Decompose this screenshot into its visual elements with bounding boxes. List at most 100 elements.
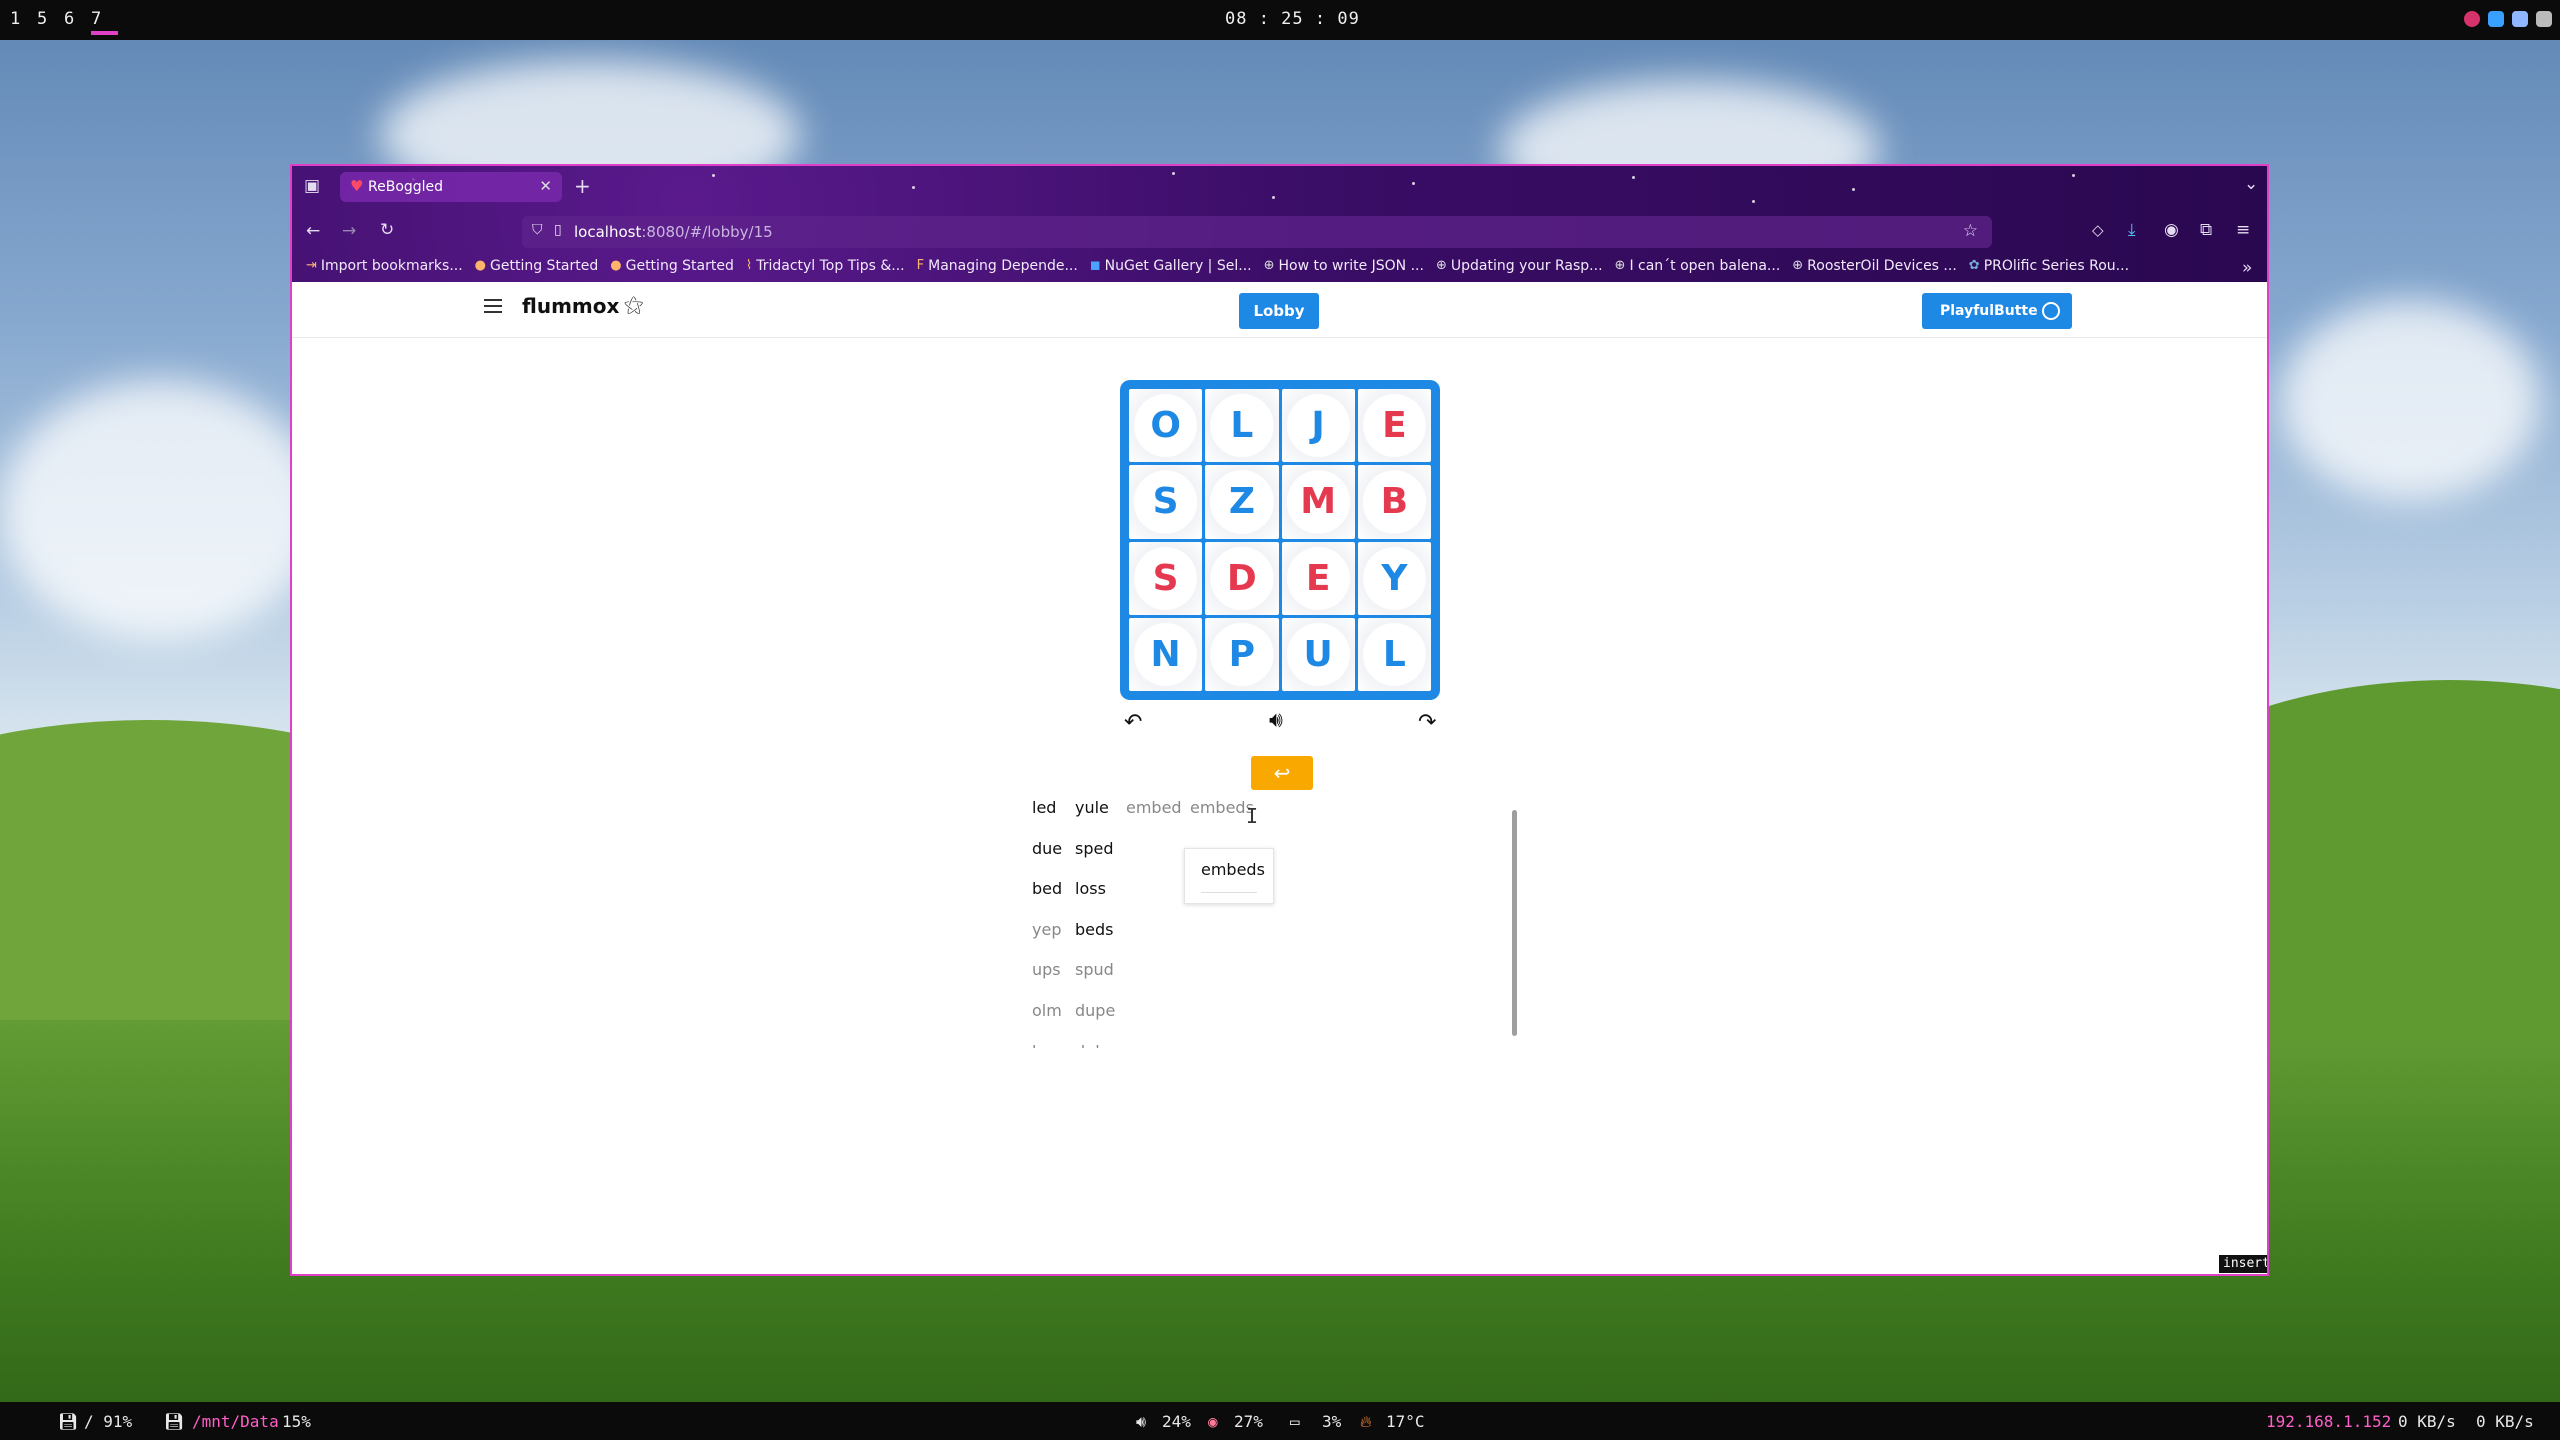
lock-tray-icon[interactable] (2512, 11, 2528, 27)
word-item[interactable]: sped (1075, 839, 1114, 858)
memory-icon: ◉ (1208, 1412, 1218, 1431)
volume-level: 24% (1162, 1412, 1191, 1431)
bookmark-item[interactable]: ⊕ How to write JSON ... (1264, 254, 1436, 282)
board-cell[interactable]: L (1205, 389, 1279, 463)
net-up: 0 KB/s (2476, 1412, 2534, 1431)
system-status-bar: 💾︎ / 91% 💾︎ /mnt/Data 15% 🔊︎ 24% ◉ 27% ▭… (0, 1402, 2560, 1440)
page-icon[interactable]: ▯ (554, 222, 562, 238)
word-item[interactable]: yule (1075, 798, 1109, 817)
board-cell[interactable]: D (1205, 541, 1279, 615)
cpu-icon: ▭ (1290, 1412, 1300, 1431)
bookmark-item[interactable]: ● Getting Started (610, 254, 746, 282)
board-cell[interactable]: U (1281, 617, 1355, 691)
letter-board: OLJESZMBSDEYNPUL (1120, 380, 1440, 700)
new-tab-icon[interactable]: + (574, 174, 591, 198)
board-cell[interactable]: Y (1357, 541, 1431, 615)
url-host: localhost (574, 223, 642, 241)
bookmarks-overflow-icon[interactable]: » (2242, 258, 2252, 278)
word-item[interactable]: due (1032, 839, 1062, 858)
hamburger-menu-icon[interactable] (484, 299, 502, 313)
word-item[interactable]: embed (1126, 798, 1182, 817)
word-item[interactable]: yep (1032, 920, 1061, 939)
word-item[interactable]: ups (1032, 960, 1061, 979)
board-cell[interactable]: B (1357, 465, 1431, 539)
data-disk-usage: 15% (282, 1412, 311, 1431)
word-item[interactable]: dupe (1075, 1001, 1115, 1020)
pinwheel-tray-icon[interactable] (2488, 11, 2504, 27)
menu-icon[interactable]: ≡ (2236, 220, 2250, 240)
user-account-button[interactable]: PlayfulButte (1922, 293, 2072, 329)
board-cell[interactable]: Z (1205, 465, 1279, 539)
bookmark-star-icon[interactable]: ☆ (1963, 221, 1978, 241)
cpu-usage: 3% (1322, 1412, 1342, 1431)
extensions-icon[interactable]: ⧉ (2200, 220, 2212, 240)
board-cell[interactable]: N (1129, 617, 1203, 691)
board-cell[interactable]: E (1281, 541, 1355, 615)
word-tooltip: embeds (1184, 848, 1274, 904)
tab-reboggled[interactable]: ♥ ReBoggled ✕ (340, 172, 562, 202)
menu-tray-icon[interactable] (2536, 11, 2552, 27)
rotate-right-icon[interactable]: ↷ (1418, 710, 1436, 735)
account-icon[interactable]: ◉ (2164, 220, 2179, 240)
workspace-6[interactable]: 6 (64, 9, 91, 35)
word-item[interactable]: loss (1075, 879, 1106, 898)
word-item[interactable]: lye (1032, 1042, 1056, 1048)
download-icon[interactable]: ⤓ (2128, 220, 2136, 240)
board-cell[interactable]: J (1281, 389, 1355, 463)
board-cell[interactable]: P (1205, 617, 1279, 691)
bookmark-item[interactable]: ⊕ I can´t open balena... (1615, 254, 1793, 282)
workspace-1[interactable]: 1 (10, 9, 37, 35)
tab-list-chevron-icon[interactable]: ⌄ (2244, 174, 2258, 194)
close-tab-icon[interactable]: ✕ (539, 177, 552, 195)
workspace-5[interactable]: 5 (37, 9, 64, 35)
nuget-icon: ◼ (1089, 258, 1101, 273)
word-item[interactable]: olm (1032, 1001, 1062, 1020)
board-cell[interactable]: S (1129, 541, 1203, 615)
bookmark-item[interactable]: ◼ NuGet Gallery | Sel... (1090, 254, 1264, 282)
board-cell[interactable]: S (1129, 465, 1203, 539)
tab-overview-icon[interactable]: ▣ (304, 176, 320, 196)
undo-button[interactable]: ↩ (1251, 756, 1313, 790)
bookmark-item[interactable]: ⌇ Tridactyl Top Tips &... (746, 254, 917, 282)
text-cursor-icon: I (1246, 804, 1259, 828)
board-cell[interactable]: M (1281, 465, 1355, 539)
workspace-7-active[interactable]: 7 (91, 9, 118, 35)
rotate-left-icon[interactable]: ↶ (1124, 710, 1142, 735)
firefox-tray-icon[interactable] (2464, 11, 2480, 27)
url-bar[interactable]: ⛉ ▯ localhost:8080/#/lobby/15 ☆ (522, 216, 1992, 248)
shield-icon[interactable]: ⛉ (532, 222, 543, 238)
memory-usage: 27% (1234, 1412, 1263, 1431)
word-item[interactable]: embeds (1190, 798, 1254, 817)
bookmark-item[interactable]: ⇥ Import bookmarks... (306, 254, 475, 282)
forward-arrow-icon[interactable]: → (342, 221, 356, 241)
word-item[interactable]: bed (1032, 879, 1062, 898)
bookmark-item[interactable]: ● Getting Started (475, 254, 611, 282)
board-cell[interactable]: E (1357, 389, 1431, 463)
bookmark-item[interactable]: ⊕ Updating your Rasp... (1436, 254, 1615, 282)
app-title[interactable]: flummox (522, 294, 619, 318)
speaker-icon[interactable]: 🔊︎ (1269, 708, 1283, 733)
undo-arrow-icon: ↩ (1273, 762, 1291, 785)
bookmark-item[interactable]: F Managing Depende... (917, 254, 1090, 282)
firefox-icon: ● (610, 258, 622, 273)
word-item[interactable]: spud (1075, 960, 1114, 979)
word-item[interactable]: duly (1075, 1042, 1109, 1048)
word-item[interactable]: beds (1075, 920, 1114, 939)
word-list-scrollbar[interactable] (1512, 810, 1517, 1036)
board-cell[interactable]: L (1357, 617, 1431, 691)
magic-wand-icon[interactable]: ⚝ (624, 292, 643, 316)
word-list: ledduebedyepupsolmlyedebyulespedlossbeds… (1032, 798, 1432, 1048)
word-item[interactable]: led (1032, 798, 1056, 817)
bookmark-item[interactable]: ⊕ RoosterOil Devices ... (1792, 254, 1969, 282)
pocket-icon[interactable]: ◇ (2092, 221, 2104, 239)
vim-mode-indicator: insert (2219, 1255, 2267, 1273)
back-arrow-icon[interactable]: ← (306, 221, 320, 241)
workspace-switcher[interactable]: 1 5 6 7 (10, 9, 118, 35)
prolific-icon: ✿ (1968, 258, 1980, 273)
tridactyl-icon: ⌇ (745, 258, 753, 273)
root-disk-usage: / 91% (84, 1412, 133, 1431)
bookmark-item[interactable]: ✿ PROlific Series Rou... (1969, 254, 2141, 282)
board-cell[interactable]: O (1129, 389, 1203, 463)
lobby-button[interactable]: Lobby (1239, 293, 1319, 329)
reload-icon[interactable]: ↻ (380, 220, 394, 240)
